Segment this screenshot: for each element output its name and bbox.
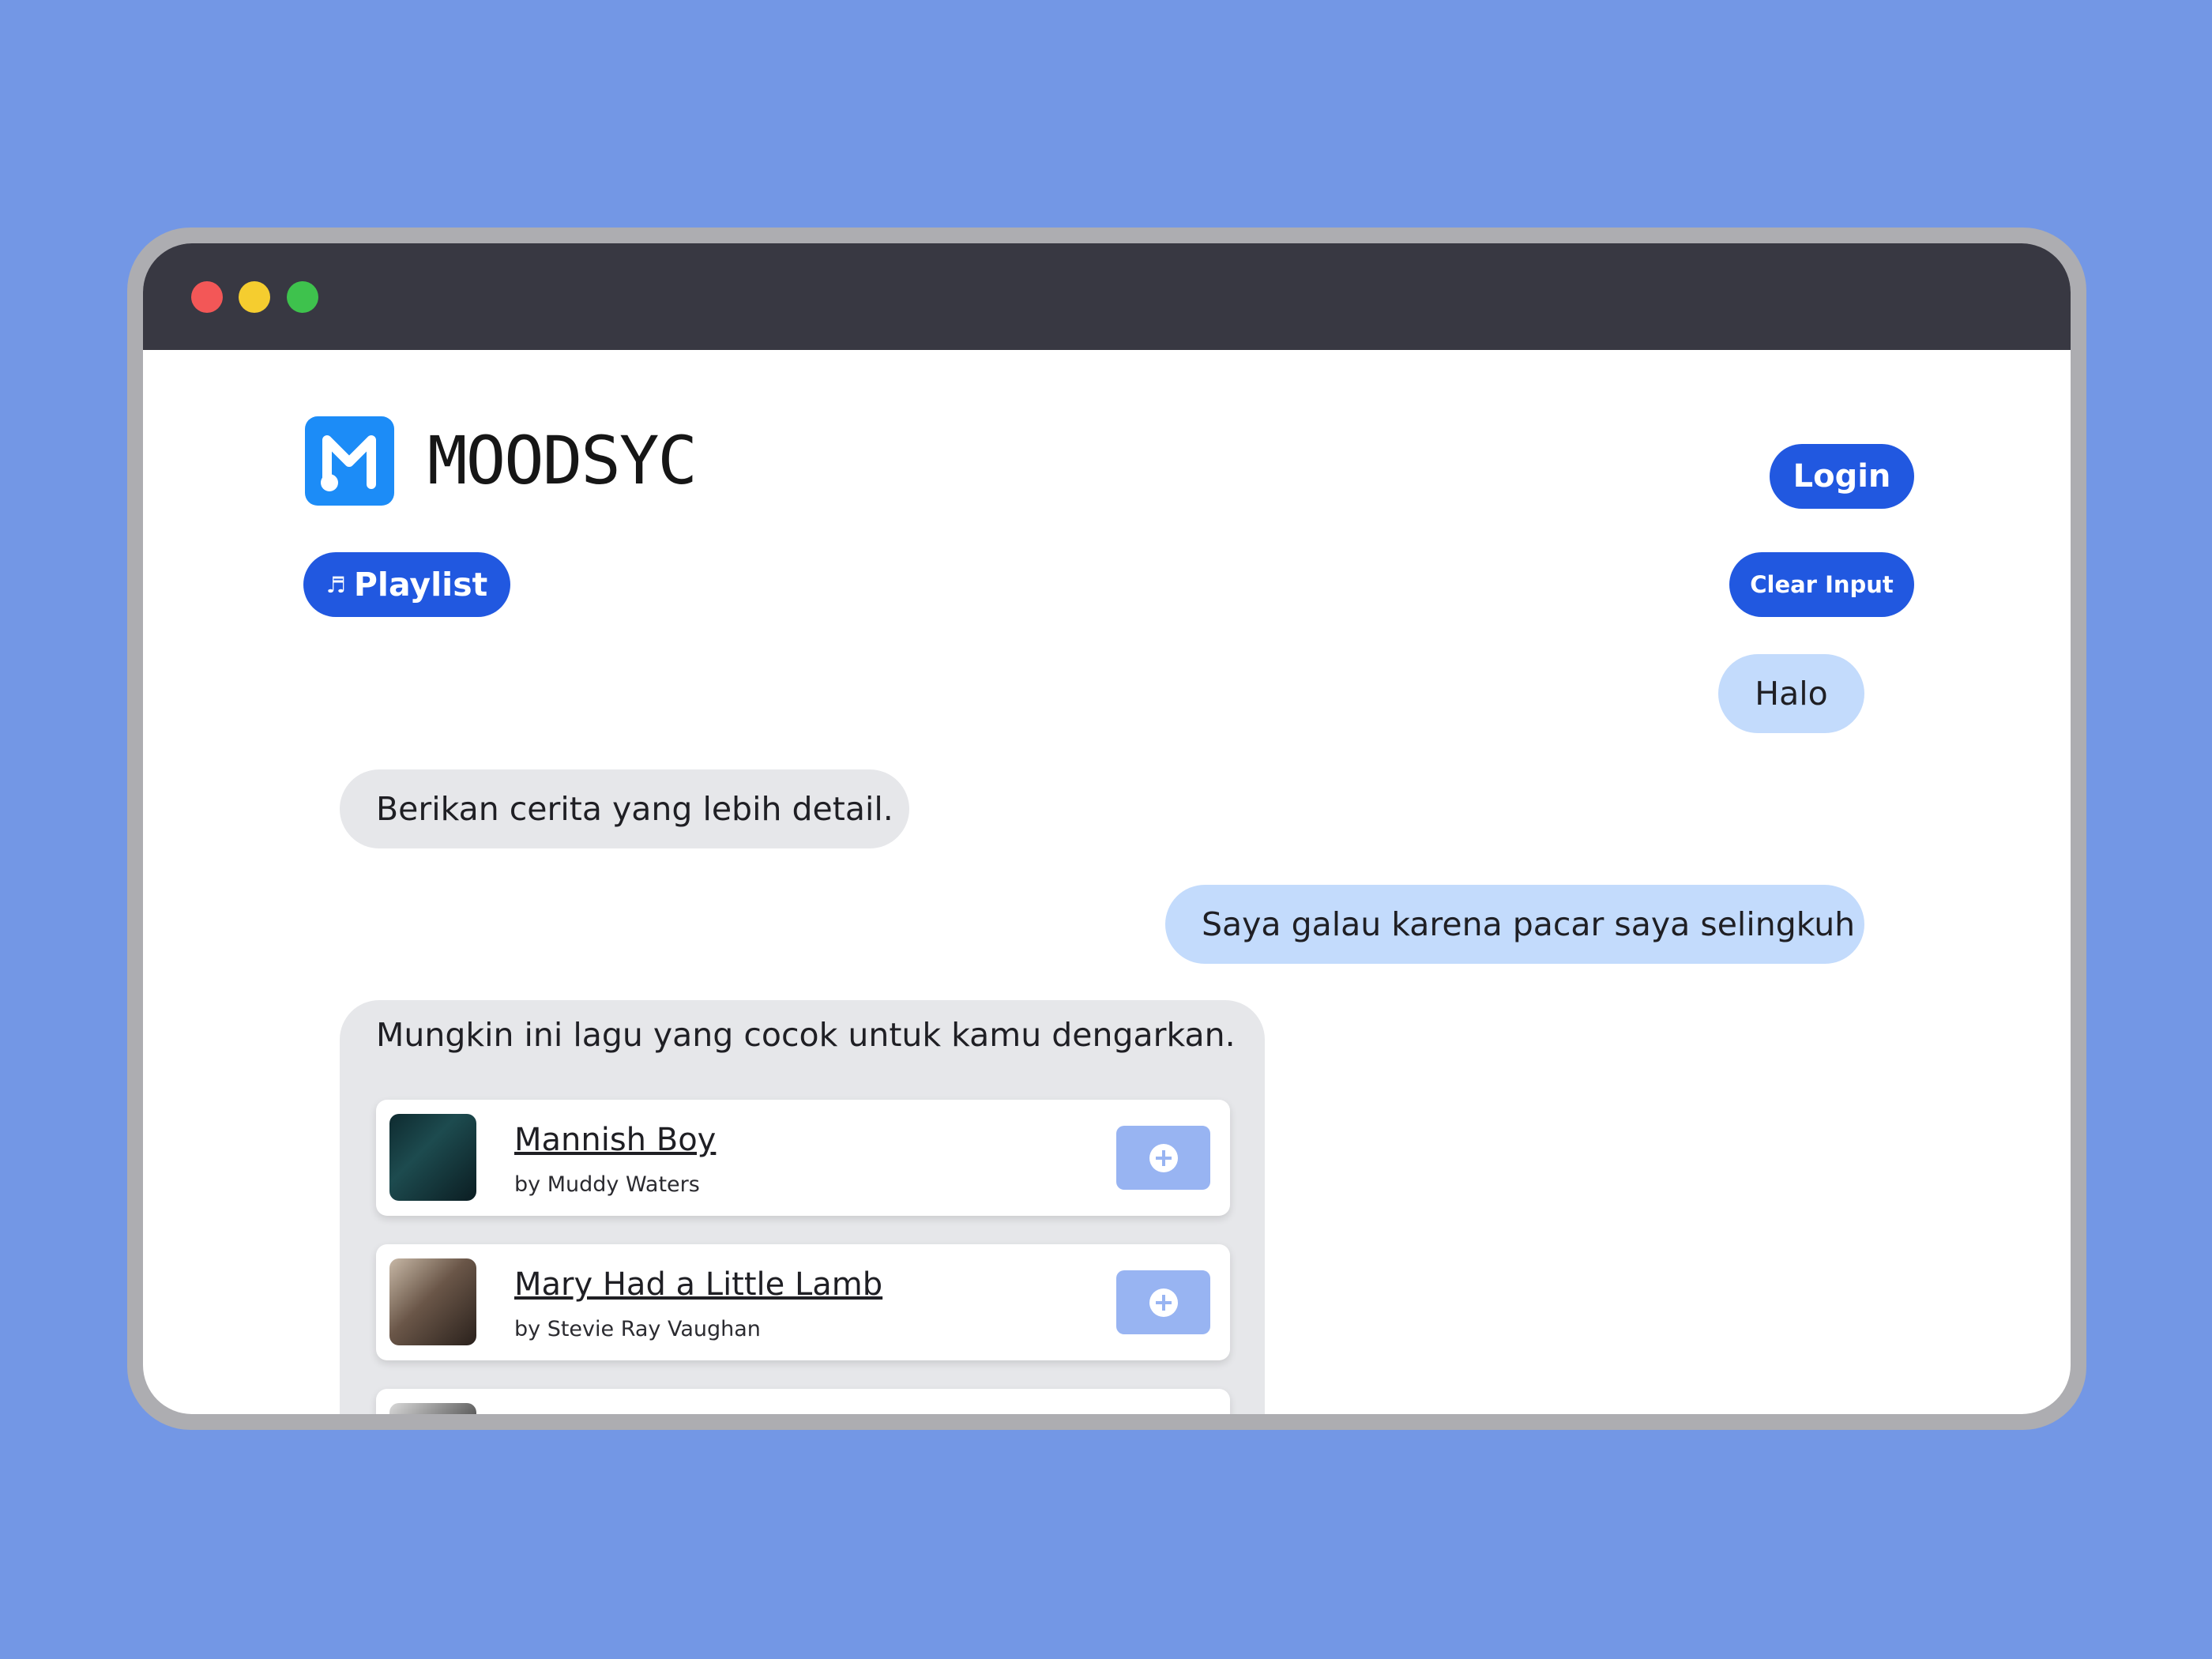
song-card: Mary Had a Little Lamb by Stevie Ray Vau… bbox=[376, 1244, 1230, 1360]
app-window: MOODSYC Login ♬ Playlist Clear Input Hal… bbox=[143, 243, 2071, 1414]
bot-recommendation-message: Mungkin ini lagu yang cocok untuk kamu d… bbox=[340, 1000, 1265, 1414]
brand-title: MOODSYC bbox=[427, 422, 698, 499]
close-window-dot[interactable] bbox=[191, 281, 223, 313]
maximize-window-dot[interactable] bbox=[287, 281, 318, 313]
song-card: Mannish Boy by Muddy Waters bbox=[376, 1100, 1230, 1216]
login-button[interactable]: Login bbox=[1770, 444, 1914, 509]
song-title-link[interactable]: Mary Had a Little Lamb bbox=[514, 1266, 882, 1303]
playlist-icon: ♬ bbox=[325, 571, 346, 598]
playlist-button[interactable]: ♬ Playlist bbox=[303, 552, 510, 617]
playlist-label: Playlist bbox=[353, 566, 488, 604]
album-cover bbox=[389, 1403, 476, 1414]
song-artist: by Muddy Waters bbox=[514, 1172, 700, 1197]
add-to-playlist-button[interactable] bbox=[1116, 1126, 1210, 1190]
clear-input-button[interactable]: Clear Input bbox=[1729, 552, 1914, 617]
song-artist: by Stevie Ray Vaughan bbox=[514, 1317, 761, 1341]
music-note-logo-icon bbox=[305, 416, 394, 506]
song-title-link[interactable]: Mannish Boy bbox=[514, 1122, 716, 1158]
user-message: Halo bbox=[1718, 654, 1864, 733]
album-cover bbox=[389, 1258, 476, 1345]
minimize-window-dot[interactable] bbox=[239, 281, 270, 313]
title-bar bbox=[143, 243, 2071, 350]
album-cover bbox=[389, 1114, 476, 1201]
user-message: Saya galau karena pacar saya selingkuh bbox=[1165, 885, 1864, 964]
bot-message-text: Mungkin ini lagu yang cocok untuk kamu d… bbox=[376, 1016, 1236, 1054]
plus-circle-icon bbox=[1149, 1288, 1178, 1317]
plus-circle-icon bbox=[1149, 1143, 1178, 1172]
add-to-playlist-button[interactable] bbox=[1116, 1270, 1210, 1334]
song-card bbox=[376, 1389, 1230, 1414]
bot-message: Berikan cerita yang lebih detail. bbox=[340, 769, 909, 848]
page-content: MOODSYC Login ♬ Playlist Clear Input Hal… bbox=[143, 350, 2071, 1414]
